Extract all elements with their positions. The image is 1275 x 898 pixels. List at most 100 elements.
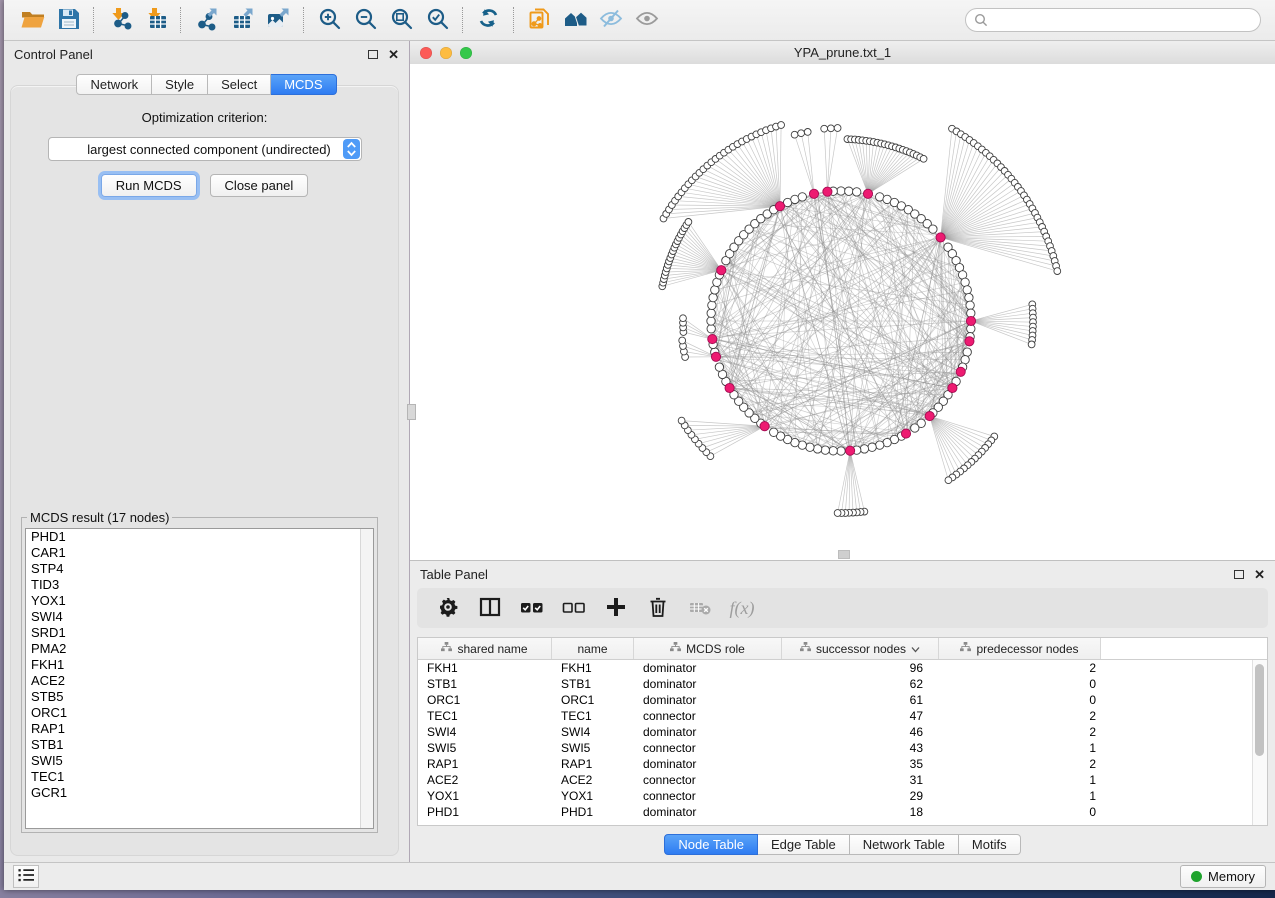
column-header-successor-nodes[interactable]: successor nodes	[782, 638, 939, 659]
table-cell[interactable]: FKH1	[552, 661, 634, 675]
search-input[interactable]	[965, 8, 1261, 32]
table-cell[interactable]: ORC1	[552, 693, 634, 707]
table-tab-node-table[interactable]: Node Table	[664, 834, 758, 855]
network-hub-node[interactable]	[948, 383, 957, 392]
table-cell[interactable]: 46	[782, 725, 939, 739]
network-graph[interactable]	[410, 64, 1275, 560]
mcds-result-item[interactable]: FKH1	[26, 657, 373, 673]
table-cell[interactable]: 1	[939, 773, 1101, 787]
network-hub-node[interactable]	[936, 233, 945, 242]
table-cell[interactable]: dominator	[634, 725, 782, 739]
network-hub-node[interactable]	[901, 429, 910, 438]
network-hub-node[interactable]	[708, 335, 717, 344]
deselect-all-button[interactable]	[559, 593, 589, 623]
show-all-button[interactable]	[629, 3, 665, 37]
table-tab-network-table[interactable]: Network Table	[850, 834, 959, 855]
mcds-result-item[interactable]: TEC1	[26, 769, 373, 785]
table-cell[interactable]: 61	[782, 693, 939, 707]
table-cell[interactable]: 18	[782, 805, 939, 819]
table-cell[interactable]: YOX1	[418, 789, 552, 803]
mcds-result-item[interactable]: SWI5	[26, 753, 373, 769]
panel-splitter-handle[interactable]	[407, 404, 416, 420]
table-cell[interactable]: SWI4	[552, 725, 634, 739]
control-panel-float-button[interactable]	[368, 50, 378, 59]
network-hub-node[interactable]	[809, 189, 818, 198]
panel-menu-button[interactable]	[13, 865, 39, 888]
network-hub-node[interactable]	[711, 352, 720, 361]
mcds-result-item[interactable]: RAP1	[26, 721, 373, 737]
zoom-fit-button[interactable]	[383, 3, 419, 37]
table-scrollbar[interactable]	[1252, 660, 1267, 825]
mcds-result-item[interactable]: CAR1	[26, 545, 373, 561]
table-cell[interactable]: 0	[939, 805, 1101, 819]
table-cell[interactable]: dominator	[634, 677, 782, 691]
table-row[interactable]: STB1STB1dominator620	[418, 676, 1267, 692]
table-cell[interactable]: FKH1	[418, 661, 552, 675]
select-all-button[interactable]	[517, 593, 547, 623]
table-row[interactable]: PHD1PHD1dominator180	[418, 804, 1267, 820]
table-cell[interactable]: TEC1	[418, 709, 552, 723]
mcds-result-item[interactable]: TID3	[26, 577, 373, 593]
table-cell[interactable]: 62	[782, 677, 939, 691]
network-hub-node[interactable]	[965, 337, 974, 346]
open-file-button[interactable]	[14, 3, 50, 37]
column-header-shared-name[interactable]: shared name	[418, 638, 552, 659]
zoom-selected-button[interactable]	[419, 3, 455, 37]
mcds-result-item[interactable]: SWI4	[26, 609, 373, 625]
hide-selected-button[interactable]	[593, 3, 629, 37]
table-row[interactable]: YOX1YOX1connector291	[418, 788, 1267, 804]
table-row[interactable]: FKH1FKH1dominator962	[418, 660, 1267, 676]
table-cell[interactable]: connector	[634, 709, 782, 723]
export-table-button[interactable]	[224, 3, 260, 37]
table-cell[interactable]: 2	[939, 661, 1101, 675]
mcds-result-item[interactable]: PHD1	[26, 529, 373, 545]
table-cell[interactable]: PHD1	[552, 805, 634, 819]
table-panel-close-button[interactable]: ✕	[1254, 568, 1265, 581]
table-cell[interactable]: TEC1	[552, 709, 634, 723]
network-hub-node[interactable]	[760, 422, 769, 431]
table-tab-edge-table[interactable]: Edge Table	[758, 834, 850, 855]
table-cell[interactable]: ACE2	[552, 773, 634, 787]
table-cell[interactable]: 43	[782, 741, 939, 755]
table-cell[interactable]: ORC1	[418, 693, 552, 707]
tab-network[interactable]: Network	[76, 74, 152, 95]
import-table-button[interactable]	[137, 3, 173, 37]
mcds-result-item[interactable]: ACE2	[26, 673, 373, 689]
table-cell[interactable]: RAP1	[418, 757, 552, 771]
split-panel-button[interactable]	[475, 593, 505, 623]
network-hub-node[interactable]	[823, 187, 832, 196]
network-hub-node[interactable]	[966, 316, 975, 325]
mcds-result-item[interactable]: YOX1	[26, 593, 373, 609]
zoom-in-button[interactable]	[311, 3, 347, 37]
table-cell[interactable]: STB1	[552, 677, 634, 691]
delete-column-button[interactable]	[643, 593, 673, 623]
network-hub-node[interactable]	[956, 367, 965, 376]
network-hub-node[interactable]	[863, 189, 872, 198]
canvas-resize-grip[interactable]	[838, 550, 850, 559]
table-cell[interactable]: SWI5	[552, 741, 634, 755]
tab-style[interactable]: Style	[152, 74, 208, 95]
column-header-predecessor-nodes[interactable]: predecessor nodes	[939, 638, 1101, 659]
table-cell[interactable]: connector	[634, 773, 782, 787]
control-panel-close-button[interactable]: ✕	[388, 48, 399, 61]
save-button[interactable]	[50, 3, 86, 37]
column-header-MCDS-role[interactable]: MCDS role	[634, 638, 782, 659]
duplicate-network-button[interactable]	[521, 3, 557, 37]
run-mcds-button[interactable]: Run MCDS	[101, 174, 197, 197]
table-row[interactable]: SWI4SWI4dominator462	[418, 724, 1267, 740]
table-cell[interactable]: dominator	[634, 693, 782, 707]
table-cell[interactable]: RAP1	[552, 757, 634, 771]
table-row[interactable]: ACE2ACE2connector311	[418, 772, 1267, 788]
network-hub-node[interactable]	[925, 412, 934, 421]
table-cell[interactable]: 29	[782, 789, 939, 803]
table-row[interactable]: ORC1ORC1dominator610	[418, 692, 1267, 708]
table-cell[interactable]: 96	[782, 661, 939, 675]
table-cell[interactable]: dominator	[634, 757, 782, 771]
zoom-out-button[interactable]	[347, 3, 383, 37]
mcds-result-item[interactable]: GCR1	[26, 785, 373, 801]
tab-mcds[interactable]: MCDS	[271, 74, 336, 95]
table-cell[interactable]: 35	[782, 757, 939, 771]
mcds-result-item[interactable]: PMA2	[26, 641, 373, 657]
table-panel-float-button[interactable]	[1234, 570, 1244, 579]
table-cell[interactable]: STB1	[418, 677, 552, 691]
